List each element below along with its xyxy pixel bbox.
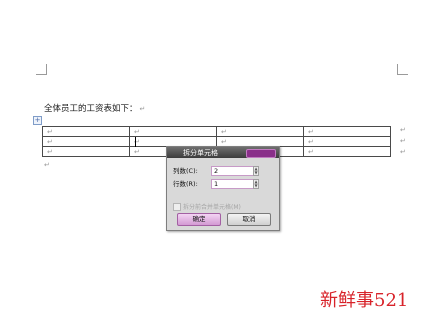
table-cell[interactable]: ↵ bbox=[42, 126, 130, 137]
heading-text: 全体员工的工资表如下： bbox=[44, 104, 138, 114]
table-cell[interactable]: ↵ bbox=[303, 136, 391, 147]
row-end-mark: ↵ bbox=[400, 137, 406, 145]
rows-input[interactable]: 1 bbox=[211, 179, 257, 189]
rows-spinner[interactable]: ▲ ▼ bbox=[253, 179, 259, 189]
row-end-mark: ↵ bbox=[400, 148, 406, 156]
table-cell[interactable]: ↵ bbox=[129, 126, 217, 137]
row-end-mark: ↵ bbox=[400, 126, 406, 134]
table-cell[interactable]: ↵ bbox=[42, 136, 130, 147]
table-cell[interactable]: ↵ bbox=[216, 126, 304, 137]
cancel-button[interactable]: 取消 bbox=[227, 213, 271, 226]
table-cell[interactable]: ↵ bbox=[42, 146, 130, 157]
close-button[interactable] bbox=[246, 149, 276, 158]
columns-spinner[interactable]: ▲ ▼ bbox=[253, 166, 259, 176]
table-cell[interactable]: ↵ bbox=[216, 136, 304, 147]
table-cell[interactable]: ↵ bbox=[303, 126, 391, 137]
ok-button[interactable]: 确定 bbox=[177, 213, 221, 226]
merge-before-split-option: 拆分前合并单元格(M) bbox=[173, 196, 241, 211]
columns-input[interactable]: 2 bbox=[211, 166, 257, 176]
split-cells-dialog: 拆分单元格 列数(C): 2 ▲ ▼ 行数(R): 1 ▲ ▼ 拆分前合并单元格… bbox=[166, 146, 280, 231]
rows-label: 行数(R): bbox=[173, 180, 198, 188]
table-cell[interactable]: ↵ bbox=[303, 146, 391, 157]
table-move-handle-icon[interactable]: + bbox=[33, 116, 42, 125]
columns-field: 列数(C): 2 ▲ ▼ bbox=[173, 166, 273, 176]
table-row: ↵ ↵ ↵ ↵ bbox=[42, 126, 391, 137]
paragraph-mark: ↵ bbox=[139, 105, 146, 113]
spin-down-icon[interactable]: ▼ bbox=[254, 184, 258, 188]
watermark: 新鲜事521 bbox=[320, 290, 409, 311]
dialog-titlebar[interactable]: 拆分单元格 bbox=[167, 147, 279, 158]
crop-mark-right bbox=[397, 64, 408, 75]
merge-label: 拆分前合并单元格(M) bbox=[183, 204, 241, 211]
paragraph-mark: ↵ bbox=[44, 161, 50, 169]
dialog-title: 拆分单元格 bbox=[183, 149, 218, 157]
text-cursor bbox=[135, 137, 136, 147]
columns-label: 列数(C): bbox=[173, 167, 198, 175]
rows-field: 行数(R): 1 ▲ ▼ bbox=[173, 179, 273, 189]
table-cell[interactable]: ↵ bbox=[129, 136, 217, 147]
document-heading: 全体员工的工资表如下： ↵ bbox=[44, 102, 145, 114]
merge-checkbox[interactable] bbox=[173, 202, 181, 211]
crop-mark-left bbox=[36, 64, 47, 75]
spin-down-icon[interactable]: ▼ bbox=[254, 171, 258, 175]
table-row: ↵ ↵ ↵ ↵ bbox=[42, 136, 391, 147]
